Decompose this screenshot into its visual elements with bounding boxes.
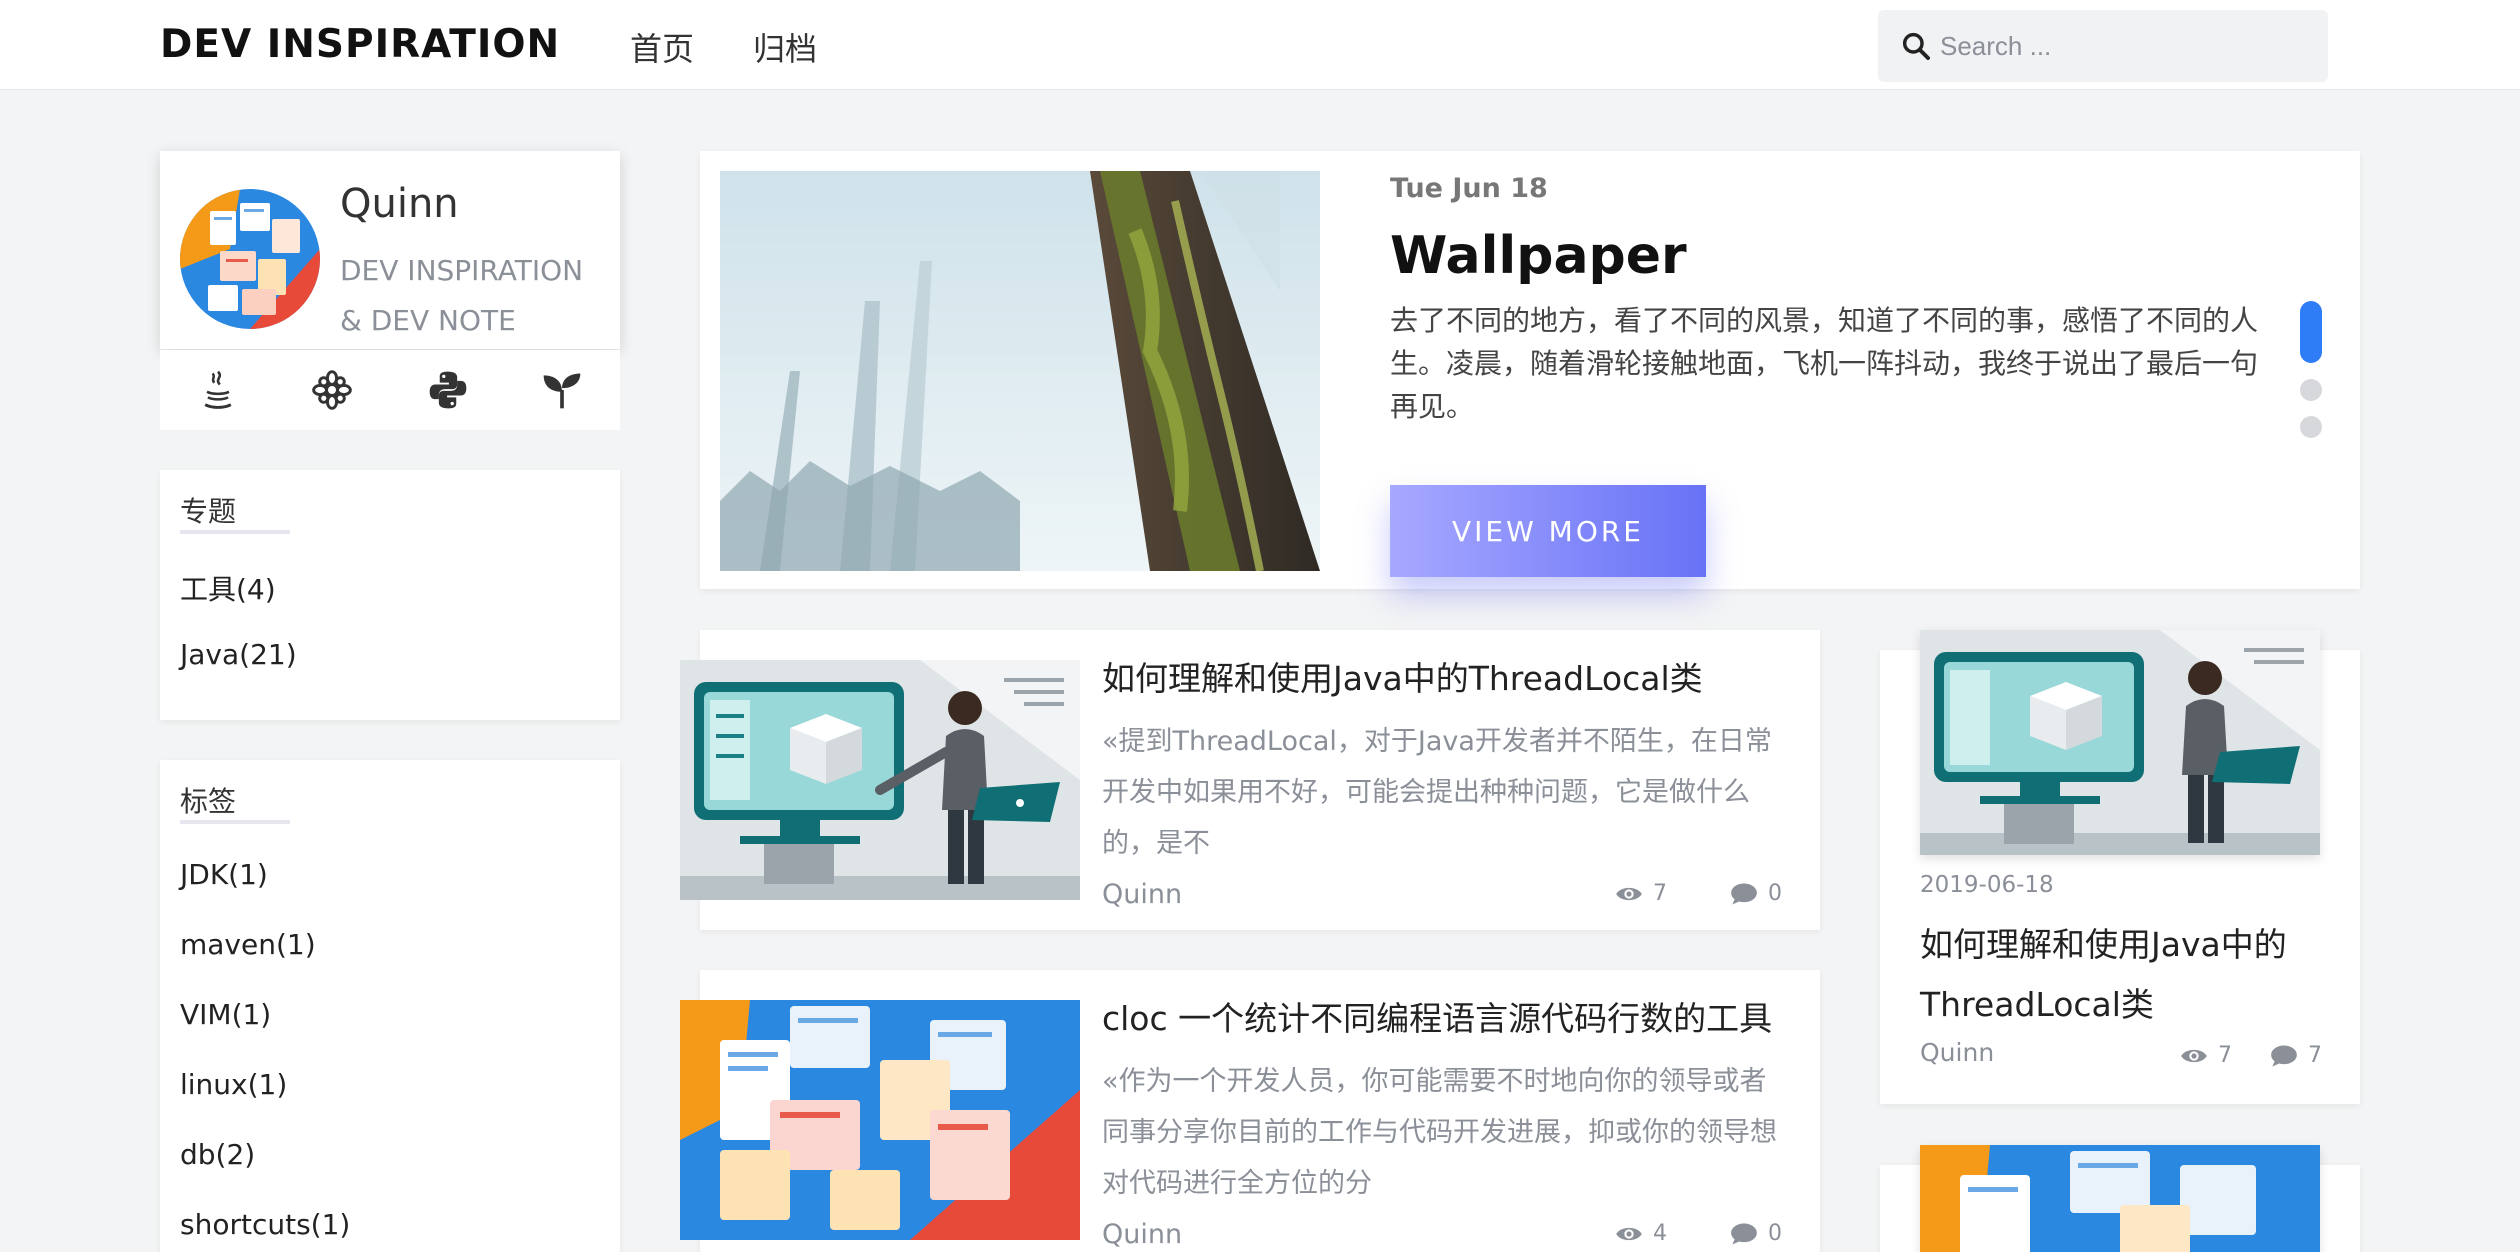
topics-title: 专题 bbox=[180, 495, 237, 528]
tag-item[interactable]: maven(1) bbox=[180, 928, 316, 961]
tag-item[interactable]: VIM(1) bbox=[180, 998, 271, 1031]
avatar[interactable] bbox=[180, 189, 320, 329]
flower-icon[interactable] bbox=[310, 368, 354, 412]
post-thumbnail[interactable] bbox=[680, 660, 1080, 900]
post-views: 4 bbox=[1615, 1221, 1667, 1246]
sprout-icon[interactable] bbox=[540, 368, 584, 412]
post-title[interactable]: 如何理解和使用Java中的ThreadLocal类 bbox=[1102, 652, 1703, 700]
eye-icon bbox=[1616, 887, 1642, 900]
post-comments: 0 bbox=[1730, 881, 1782, 906]
comment-icon bbox=[1731, 883, 1757, 904]
side-post-thumbnail[interactable] bbox=[1920, 1145, 2320, 1252]
comment-count: 7 bbox=[2308, 1043, 2322, 1068]
post-views: 7 bbox=[1615, 881, 1667, 906]
tag-item[interactable]: linux(1) bbox=[180, 1068, 287, 1101]
site-brand[interactable]: DEV INSPIRATION bbox=[160, 22, 560, 67]
python-icon[interactable] bbox=[426, 368, 470, 412]
post-comments: 0 bbox=[1730, 1221, 1782, 1246]
side-post-author[interactable]: Quinn bbox=[1920, 1038, 1994, 1067]
post-author[interactable]: Quinn bbox=[1102, 879, 1182, 910]
post-excerpt: «提到ThreadLocal，对于Java开发者并不陌生，在日常开发中如果用不好… bbox=[1102, 726, 1772, 859]
side-post-views: 7 bbox=[2180, 1043, 2232, 1068]
side-post-card[interactable] bbox=[1880, 1145, 2360, 1252]
comment-icon bbox=[2271, 1045, 2297, 1066]
featured-date: Tue Jun 18 bbox=[1390, 173, 1548, 204]
post-card[interactable]: cloc 一个统计不同编程语言源代码行数的工具 «作为一个开发人员，你可能需要不… bbox=[680, 970, 1820, 1252]
featured-post: Tue Jun 18 Wallpaper 去了不同的地方，看了不同的风景，知道了… bbox=[700, 151, 2360, 589]
topic-item[interactable]: 工具(4) bbox=[180, 568, 276, 608]
tags-title: 标签 bbox=[180, 785, 237, 818]
top-navbar: DEV INSPIRATION 首页 归档 bbox=[0, 0, 2520, 90]
search-input[interactable] bbox=[1940, 24, 2310, 68]
post-title[interactable]: cloc 一个统计不同编程语言源代码行数的工具 bbox=[1102, 992, 1772, 1040]
post-thumbnail[interactable] bbox=[680, 1000, 1080, 1240]
eye-icon bbox=[1616, 1227, 1642, 1240]
carousel-dot[interactable] bbox=[2300, 379, 2322, 401]
java-icon[interactable] bbox=[196, 368, 240, 412]
side-post-card[interactable]: 2019-06-18 如何理解和使用Java中的ThreadLocal类 Qui… bbox=[1880, 630, 2360, 1104]
featured-excerpt: 去了不同的地方，看了不同的风景，知道了不同的事，感悟了不同的人生。凌晨，随着滑轮… bbox=[1390, 304, 2259, 423]
divider bbox=[180, 530, 290, 534]
view-count: 4 bbox=[1653, 1221, 1667, 1246]
search-icon bbox=[1902, 32, 1930, 60]
comment-icon bbox=[1731, 1223, 1757, 1244]
carousel-dot[interactable] bbox=[2300, 416, 2322, 438]
divider bbox=[180, 820, 290, 824]
tag-item[interactable]: db(2) bbox=[180, 1138, 255, 1171]
comment-count: 0 bbox=[1768, 1221, 1782, 1246]
view-more-button[interactable]: VIEW MORE bbox=[1390, 485, 1706, 577]
eye-icon bbox=[2181, 1049, 2207, 1062]
topics-card: 专题 工具(4) Java(21) bbox=[160, 470, 620, 720]
tags-card: 标签 JDK(1) maven(1) VIM(1) linux(1) db(2)… bbox=[160, 760, 620, 1252]
featured-image[interactable] bbox=[720, 171, 1320, 571]
carousel-dot-active[interactable] bbox=[2300, 301, 2322, 363]
search-box bbox=[1878, 10, 2328, 82]
tag-item[interactable]: JDK(1) bbox=[180, 858, 268, 891]
side-post-comments: 7 bbox=[2270, 1043, 2322, 1068]
post-excerpt: «作为一个开发人员，你可能需要不时地向你的领导或者同事分享你目前的工作与代码开发… bbox=[1102, 1066, 1777, 1199]
profile-description: DEV INSPIRATION & DEV NOTE bbox=[340, 254, 584, 337]
side-post-title[interactable]: 如何理解和使用Java中的ThreadLocal类 bbox=[1920, 915, 2330, 1035]
side-post-thumbnail[interactable] bbox=[1920, 630, 2320, 855]
comment-count: 0 bbox=[1768, 881, 1782, 906]
post-card[interactable]: 如何理解和使用Java中的ThreadLocal类 «提到ThreadLocal… bbox=[680, 630, 1820, 930]
view-count: 7 bbox=[2218, 1043, 2232, 1068]
topic-item[interactable]: Java(21) bbox=[180, 638, 297, 671]
nav-home[interactable]: 首页 bbox=[630, 24, 694, 70]
nav-archive[interactable]: 归档 bbox=[753, 24, 817, 70]
side-post-date: 2019-06-18 bbox=[1920, 872, 2054, 898]
profile-card: Quinn DEV INSPIRATION & DEV NOTE bbox=[160, 151, 620, 349]
social-links bbox=[160, 350, 620, 430]
profile-name[interactable]: Quinn bbox=[340, 181, 459, 227]
post-author[interactable]: Quinn bbox=[1102, 1219, 1182, 1250]
view-count: 7 bbox=[1653, 881, 1667, 906]
tag-item[interactable]: shortcuts(1) bbox=[180, 1208, 350, 1241]
featured-title[interactable]: Wallpaper bbox=[1390, 226, 1687, 286]
